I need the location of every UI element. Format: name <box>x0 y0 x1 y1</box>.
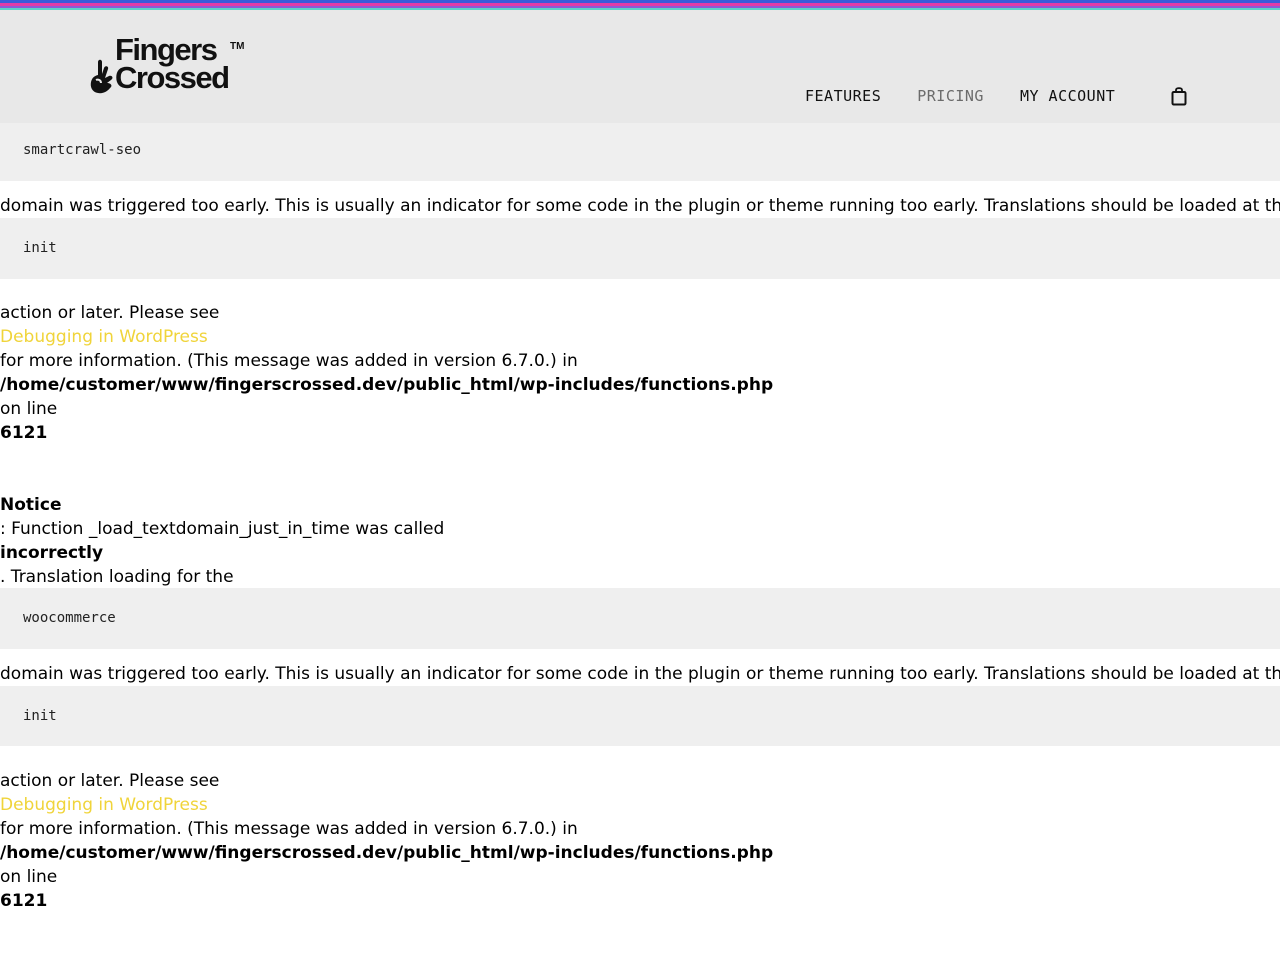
nav-pricing-link[interactable]: PRICING <box>917 87 984 105</box>
domain-code: smartcrawl-seo <box>23 142 142 158</box>
top-color-stripe <box>0 0 1280 10</box>
crossed-fingers-icon <box>90 59 113 94</box>
triggered-text: domain was triggered too early. This is … <box>0 196 1280 216</box>
debugging-link[interactable]: Debugging in WordPress <box>0 795 208 815</box>
info-text: for more information. (This message was … <box>0 351 578 371</box>
domain-code: woocommerce <box>23 610 116 626</box>
on-line-label: on line <box>0 867 58 887</box>
nav-my-account-link[interactable]: MY ACCOUNT <box>1020 87 1115 105</box>
site-logo[interactable]: Fingers Crossed TM <box>89 34 249 98</box>
file-path: /home/customer/www/fingerscrossed.dev/pu… <box>0 375 774 395</box>
code-woocommerce: woocommerce <box>0 588 1280 649</box>
line-number: 6121 <box>0 423 48 443</box>
on-line-label: on line <box>0 399 58 419</box>
site-header: Fingers Crossed TM FEATURES PRICING MY A… <box>0 10 1280 123</box>
logo-trademark: TM <box>230 41 245 52</box>
file-path: /home/customer/www/fingerscrossed.dev/pu… <box>0 843 774 863</box>
notice-label: Notice <box>0 495 62 515</box>
logo-wordmark: Fingers Crossed <box>115 34 230 95</box>
function-text: : Function _load_textdomain_just_in_time… <box>0 519 445 539</box>
shopping-bag-icon[interactable] <box>1171 86 1187 106</box>
logo-line-2: Crossed <box>115 60 230 95</box>
code-init: init <box>0 686 1280 746</box>
info-text: for more information. (This message was … <box>0 819 578 839</box>
action-text: action or later. Please see <box>0 303 220 323</box>
translation-text: . Translation loading for the <box>0 567 234 587</box>
triggered-text: domain was triggered too early. This is … <box>0 664 1280 684</box>
code-smartcrawl-seo: smartcrawl-seo <box>0 123 1280 181</box>
line-number: 6121 <box>0 891 48 911</box>
init-code: init <box>23 240 57 256</box>
debugging-link[interactable]: Debugging in WordPress <box>0 327 208 347</box>
main-nav: FEATURES PRICING MY ACCOUNT <box>805 87 1115 105</box>
code-init: init <box>0 218 1280 279</box>
action-text: action or later. Please see <box>0 771 220 791</box>
nav-features-link[interactable]: FEATURES <box>805 87 881 105</box>
incorrectly-text: incorrectly <box>0 543 104 563</box>
init-code: init <box>23 708 57 724</box>
